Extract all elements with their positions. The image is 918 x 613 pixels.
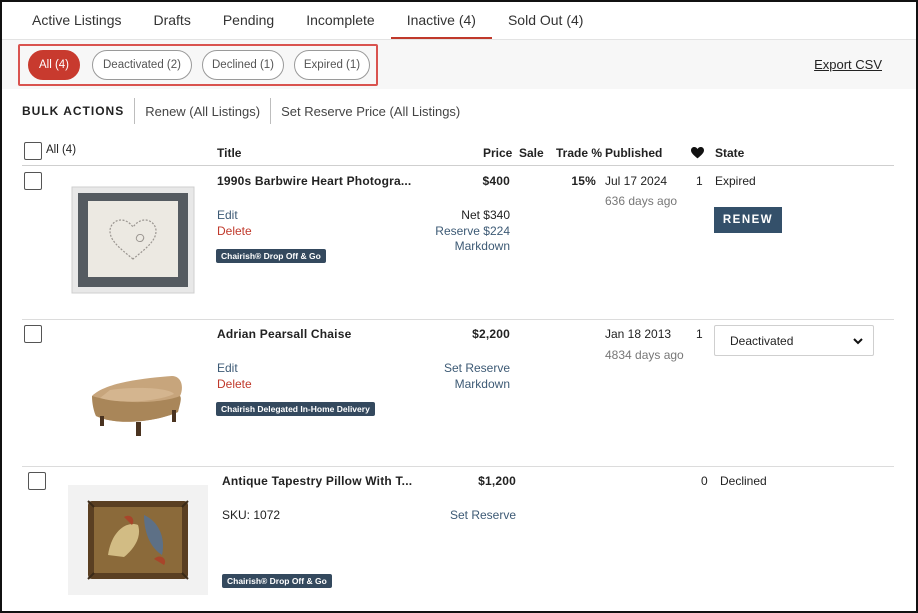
state-select[interactable]: Deactivated <box>714 325 874 356</box>
state-label: Declined <box>720 474 767 488</box>
row-divider <box>22 466 894 467</box>
column-header-state: State <box>715 146 745 160</box>
published-date: Jan 18 2013 <box>605 327 672 341</box>
delivery-badge: Chairish Delegated In-Home Delivery <box>216 402 375 416</box>
published-date: Jul 17 2024 <box>605 174 668 188</box>
bulk-actions-bar: BULK ACTIONS Renew (All Listings) Set Re… <box>22 98 470 124</box>
select-all-label: All (4) <box>46 144 77 156</box>
filter-pill-deactivated[interactable]: Deactivated (2) <box>92 50 192 80</box>
table-header-divider <box>22 165 894 166</box>
published-age: 636 days ago <box>605 194 678 208</box>
filter-pill-all[interactable]: All (4) <box>28 50 80 80</box>
listing-thumbnail[interactable] <box>70 185 196 295</box>
column-header-price: Price <box>483 146 513 160</box>
net-price: Net $340 <box>461 208 510 222</box>
listing-title[interactable]: Adrian Pearsall Chaise <box>217 327 351 341</box>
row-checkbox[interactable] <box>28 472 46 490</box>
listing-thumbnail[interactable] <box>86 364 186 440</box>
like-count: 0 <box>701 474 708 488</box>
column-header-trade: Trade % <box>556 146 603 160</box>
set-reserve-link[interactable]: Set Reserve <box>408 508 516 522</box>
like-count: 1 <box>696 174 703 188</box>
delete-link[interactable]: Delete <box>217 377 252 391</box>
published-age: 4834 days ago <box>605 348 684 362</box>
tab-pending[interactable]: Pending <box>207 2 290 40</box>
listing-thumbnail[interactable] <box>68 485 208 595</box>
reserve-link[interactable]: Reserve $224 <box>402 224 510 238</box>
tab-active-listings[interactable]: Active Listings <box>16 2 137 40</box>
select-all-checkbox[interactable] <box>24 142 42 160</box>
tab-incomplete[interactable]: Incomplete <box>290 2 390 40</box>
renew-button[interactable]: RENEW <box>714 207 782 233</box>
delete-link[interactable]: Delete <box>217 224 252 238</box>
edit-link[interactable]: Edit <box>217 208 238 222</box>
price-value: $2,200 <box>472 327 510 341</box>
tab-inactive[interactable]: Inactive (4) <box>390 2 493 40</box>
markdown-link[interactable]: Markdown <box>402 377 510 391</box>
column-header-title: Title <box>217 146 242 160</box>
set-reserve-all-link[interactable]: Set Reserve Price (All Listings) <box>271 104 470 119</box>
filter-pill-expired[interactable]: Expired (1) <box>294 50 370 80</box>
tab-sold-out[interactable]: Sold Out (4) <box>492 2 599 40</box>
renew-all-link[interactable]: Renew (All Listings) <box>135 104 270 119</box>
state-select-value: Deactivated <box>730 333 794 348</box>
set-reserve-link[interactable]: Set Reserve <box>402 361 510 375</box>
bulk-actions-title: BULK ACTIONS <box>22 104 125 118</box>
trade-percent: 15% <box>571 174 596 188</box>
sku-label: SKU: 1072 <box>222 508 281 522</box>
price-value: $400 <box>482 174 510 188</box>
like-count: 1 <box>696 327 703 341</box>
markdown-link[interactable]: Markdown <box>402 239 510 253</box>
heart-icon <box>691 147 704 159</box>
chevron-down-icon <box>853 338 863 345</box>
edit-link[interactable]: Edit <box>217 361 238 375</box>
column-header-published: Published <box>605 146 663 160</box>
listing-title[interactable]: Antique Tapestry Pillow With T... <box>222 474 412 488</box>
state-label: Expired <box>715 174 756 188</box>
delivery-badge: Chairish® Drop Off & Go <box>222 574 332 588</box>
listings-page: Active Listings Drafts Pending Incomplet… <box>0 0 918 613</box>
delivery-badge: Chairish® Drop Off & Go <box>216 249 326 263</box>
column-header-sale: Sale <box>519 146 544 160</box>
listing-tabs: Active Listings Drafts Pending Incomplet… <box>16 2 599 40</box>
export-csv-link[interactable]: Export CSV <box>814 57 882 72</box>
tab-drafts[interactable]: Drafts <box>137 2 206 40</box>
listing-title[interactable]: 1990s Barbwire Heart Photogra... <box>217 174 411 188</box>
row-checkbox[interactable] <box>24 325 42 343</box>
price-value: $1,200 <box>478 474 516 488</box>
row-divider <box>22 319 894 320</box>
filter-pill-declined[interactable]: Declined (1) <box>202 50 284 80</box>
row-checkbox[interactable] <box>24 172 42 190</box>
